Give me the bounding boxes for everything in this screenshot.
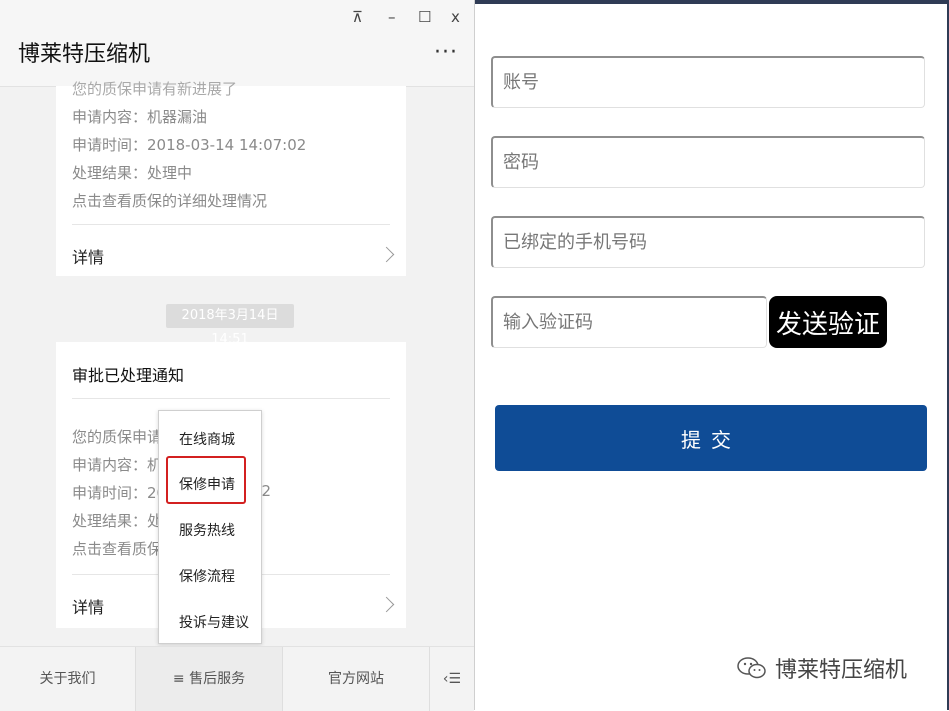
timestamp-badge: 2018年3月14日 14:51: [166, 304, 294, 347]
phone-field[interactable]: [491, 216, 925, 268]
warranty-form-panel: 发送验证 提交 博莱特压缩机: [475, 0, 949, 710]
account-field[interactable]: [491, 56, 925, 108]
watermark: 博莱特压缩机: [737, 652, 907, 684]
minimize-icon[interactable]: –: [388, 8, 396, 26]
bottom-menu-bar: 关于我们 ≡ 售后服务 官方网站 ‹☰: [0, 646, 474, 711]
chevron-right-icon: [378, 246, 395, 263]
card-line: 申请时间：2018-03-14 14:07:02: [72, 136, 307, 154]
password-input[interactable]: [493, 138, 924, 187]
maximize-icon[interactable]: ☐: [418, 8, 431, 26]
card-line: 处理结果：处理中: [72, 164, 193, 182]
pin-icon[interactable]: ⊼: [352, 8, 363, 26]
nav-after-sales[interactable]: ≡ 售后服务: [136, 647, 282, 711]
password-field[interactable]: [491, 136, 925, 188]
menu-item-complaints[interactable]: 投诉与建议: [179, 612, 249, 632]
notification-card[interactable]: 您的质保申请有新进展了 申请内容：机器漏油 申请时间：2018-03-14 14…: [56, 80, 406, 276]
submit-button[interactable]: 提交: [495, 405, 927, 471]
detail-link[interactable]: 详情: [72, 594, 104, 618]
divider: [72, 224, 390, 225]
chat-title: 博莱特压缩机: [18, 42, 151, 67]
keyboard-toggle-icon[interactable]: ‹☰: [430, 647, 474, 711]
card-title: 审批已处理通知: [72, 366, 185, 385]
detail-link[interactable]: 详情: [72, 244, 104, 268]
menu-item-service-hotline[interactable]: 服务热线: [179, 520, 235, 540]
nav-about-us[interactable]: 关于我们: [0, 647, 135, 711]
menu-item-online-store[interactable]: 在线商城: [179, 429, 235, 449]
chat-window: ⊼ – ☐ x 博莱特压缩机 ··· 您的质保申请有新进展了 申请内容：机器漏油…: [0, 0, 475, 711]
card-line: 申请内容：机器漏油: [72, 108, 208, 126]
divider: [72, 398, 390, 399]
card-line: 点击查看质保的详细处理情况: [72, 192, 268, 210]
nav-official-site[interactable]: 官方网站: [283, 647, 429, 711]
chevron-right-icon: [378, 596, 395, 613]
card-line: 您的质保申请有新进展了: [72, 80, 238, 98]
top-border: [475, 0, 949, 4]
phone-input[interactable]: [493, 218, 924, 267]
menu-item-warranty-request[interactable]: 保修申请: [179, 474, 235, 494]
send-code-button[interactable]: 发送验证: [769, 296, 887, 348]
wechat-icon: [737, 657, 766, 679]
menu-item-warranty-process[interactable]: 保修流程: [179, 566, 235, 586]
watermark-text: 博莱特压缩机: [775, 658, 908, 683]
title-bar: ⊼ – ☐ x 博莱特压缩机 ···: [0, 0, 474, 87]
close-icon[interactable]: x: [451, 8, 460, 26]
more-icon[interactable]: ···: [434, 40, 458, 65]
code-input[interactable]: [493, 298, 766, 347]
account-input[interactable]: [493, 58, 924, 107]
code-field[interactable]: [491, 296, 767, 348]
service-popup-menu: 在线商城 保修申请 服务热线 保修流程 投诉与建议: [158, 410, 262, 644]
